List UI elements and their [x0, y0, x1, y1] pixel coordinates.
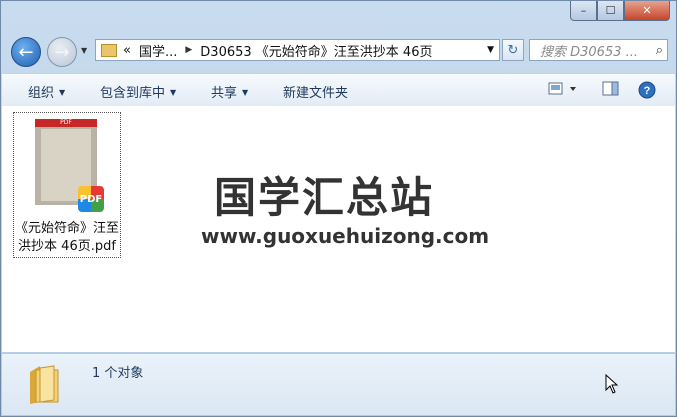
- new-folder-button[interactable]: 新建文件夹: [283, 82, 348, 101]
- file-item[interactable]: PDF PDF 《元始符命》汪至 洪抄本 46页.pdf: [13, 112, 121, 258]
- refresh-button[interactable]: ↻: [502, 39, 524, 61]
- caption-buttons: – ☐ ✕: [570, 1, 670, 21]
- forward-button[interactable]: →: [47, 37, 77, 67]
- file-name[interactable]: 《元始符命》汪至 洪抄本 46页.pdf: [14, 220, 120, 256]
- address-bar[interactable]: « 国学... ▶ D30653 《元始符命》汪至洪抄本 46页 ▼: [95, 39, 500, 61]
- include-library-menu[interactable]: 包含到库中 ▼: [100, 82, 176, 101]
- navigation-bar: ← → ▼ « 国学... ▶ D30653 《元始符命》汪至洪抄本 46页 ▼…: [9, 35, 668, 67]
- chevron-down-icon: ▼: [170, 88, 177, 97]
- preview-pane-icon[interactable]: [602, 81, 620, 97]
- item-count: 1 个对象: [92, 366, 144, 381]
- close-button[interactable]: ✕: [624, 1, 670, 21]
- help-icon[interactable]: ?: [638, 81, 656, 99]
- breadcrumb-segment-current[interactable]: D30653 《元始符命》汪至洪抄本 46页: [200, 41, 432, 60]
- breadcrumb-segment-root[interactable]: 国学...: [139, 41, 177, 60]
- watermark-url: www.guoxuehuizong.com: [201, 224, 490, 248]
- details-pane: 1 个对象: [2, 353, 675, 415]
- svg-text:?: ?: [644, 85, 651, 97]
- minimize-button[interactable]: –: [570, 1, 597, 21]
- back-button[interactable]: ←: [11, 37, 41, 67]
- folder-icon: [101, 43, 117, 57]
- organize-menu[interactable]: 组织 ▼: [28, 82, 65, 101]
- breadcrumb-overflow[interactable]: «: [123, 43, 131, 58]
- chevron-down-icon: ▼: [242, 88, 249, 97]
- share-menu[interactable]: 共享 ▼: [211, 82, 248, 101]
- share-label: 共享: [211, 86, 238, 101]
- command-bar: 组织 ▼ 包含到库中 ▼ 共享 ▼ 新建文件夹 ?: [2, 73, 675, 107]
- organize-label: 组织: [28, 86, 55, 101]
- explorer-window: – ☐ ✕ ← → ▼ « 国学... ▶ D30653 《元始符命》汪至洪抄本…: [0, 0, 677, 417]
- thumbnail-header-band: PDF: [35, 119, 97, 127]
- view-options-icon[interactable]: [548, 81, 580, 97]
- address-dropdown-icon[interactable]: ▼: [487, 45, 494, 55]
- file-name-line2: 洪抄本 46页.pdf: [18, 239, 116, 254]
- maximize-button[interactable]: ☐: [597, 1, 624, 21]
- breadcrumb-separator-icon[interactable]: ▶: [185, 45, 192, 55]
- file-name-line1: 《元始符命》汪至: [14, 221, 119, 236]
- include-library-label: 包含到库中: [100, 86, 166, 101]
- recent-pages-dropdown[interactable]: ▼: [81, 46, 87, 55]
- pdf-icon: PDF: [78, 186, 104, 212]
- file-list[interactable]: PDF PDF 《元始符命》汪至 洪抄本 46页.pdf 国学汇总站 www.g…: [2, 106, 675, 352]
- folder-icon: [30, 365, 59, 404]
- mouse-cursor-icon: [605, 374, 619, 394]
- search-icon[interactable]: ⌕: [656, 43, 663, 58]
- watermark-title: 国学汇总站: [214, 173, 435, 222]
- search-input[interactable]: 搜索 D30653 ... ⌕: [529, 39, 668, 61]
- chevron-down-icon: ▼: [59, 88, 66, 97]
- search-placeholder: 搜索 D30653 ...: [540, 44, 639, 60]
